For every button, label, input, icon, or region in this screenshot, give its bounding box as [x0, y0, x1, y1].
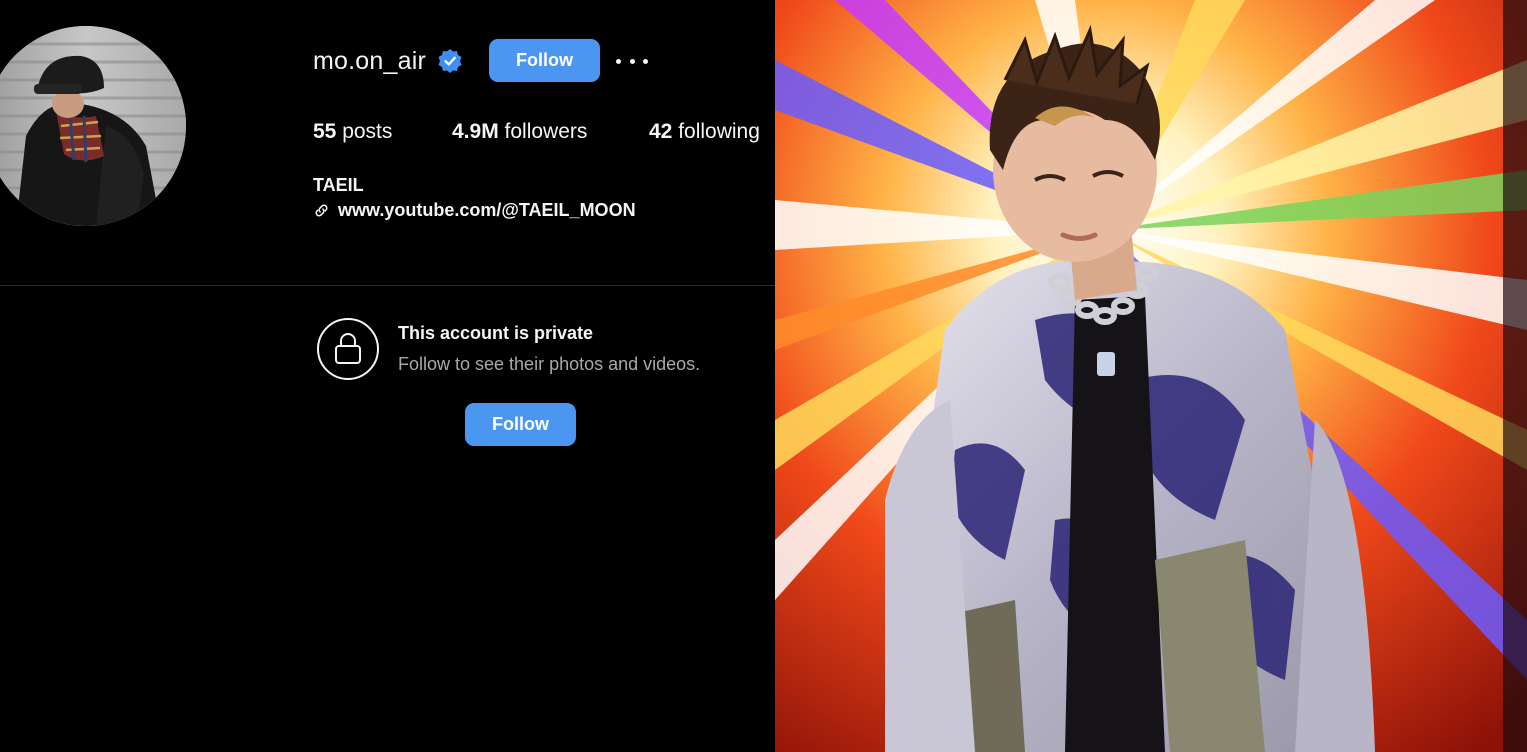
follow-button-private[interactable]: Follow: [465, 403, 576, 446]
more-options-icon[interactable]: [616, 50, 648, 72]
lock-icon: [317, 318, 379, 380]
followers-stat[interactable]: 4.9M followers: [452, 118, 587, 146]
profile-username: mo.on_air: [313, 47, 426, 75]
profile-full-name: TAEIL: [313, 175, 364, 195]
posts-stat[interactable]: 55 posts: [313, 118, 392, 146]
follow-button[interactable]: Follow: [489, 39, 600, 82]
link-icon: [315, 204, 328, 216]
private-account-subtitle: Follow to see their photos and videos.: [398, 354, 701, 374]
following-label: following: [678, 120, 760, 143]
followers-count: 4.9M: [452, 120, 499, 143]
profile-link[interactable]: www.youtube.com/@TAEIL_MOON: [313, 198, 636, 222]
page: mo.on_air Follow 55 posts 4.9M followers…: [0, 0, 1527, 752]
verified-badge-icon: [438, 49, 462, 73]
posts-label: posts: [342, 120, 393, 143]
posts-count: 55: [313, 120, 337, 143]
profile-link-text: www.youtube.com/@TAEIL_MOON: [338, 199, 636, 220]
following-count: 42: [649, 120, 673, 143]
section-divider: [0, 285, 775, 286]
following-stat[interactable]: 42 following: [649, 118, 760, 146]
private-account-title: This account is private: [398, 323, 594, 343]
photo-panel: [775, 0, 1527, 752]
profile-panel: mo.on_air Follow 55 posts 4.9M followers…: [0, 0, 775, 752]
promo-photo: [775, 0, 1527, 752]
profile-avatar[interactable]: [0, 26, 186, 226]
followers-label: followers: [504, 120, 588, 143]
